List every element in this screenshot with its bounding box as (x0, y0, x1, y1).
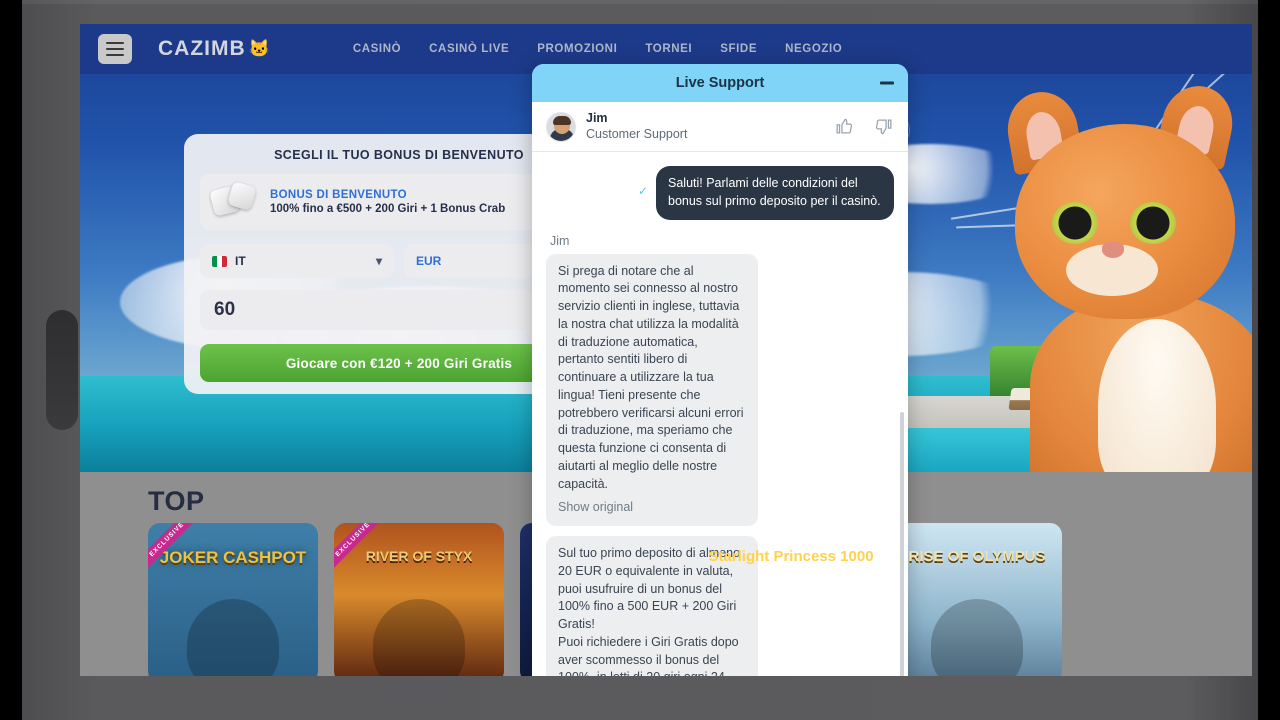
message-sender-label: Jim (550, 233, 570, 248)
language-value: IT (235, 254, 246, 268)
agent-meta: Jim Customer Support (586, 111, 687, 142)
game-tile[interactable]: RISE OF OLYMPUS (892, 523, 1062, 676)
game-tile[interactable]: EXCLUSIVE RIVER OF STYX (334, 523, 504, 676)
rating-controls (834, 117, 894, 136)
thumbs-up-icon[interactable] (834, 117, 853, 136)
nav-item-negozio[interactable]: NEGOZIO (785, 43, 842, 55)
dice-icon (209, 181, 258, 222)
message-row-outgoing: ✓ Saluti! Parlami delle condizioni del b… (546, 166, 894, 220)
thumbs-down-icon[interactable] (875, 117, 894, 136)
game-title: JOKER CASHPOT (159, 548, 307, 567)
game-artwork (931, 599, 1023, 676)
chat-title: Live Support (675, 75, 765, 91)
deposit-amount-value: 60 (214, 299, 236, 320)
chat-message-list[interactable]: ✓ Saluti! Parlami delle condizioni del b… (532, 152, 908, 676)
nav-item-casino[interactable]: CASINÒ (353, 43, 401, 55)
main-nav: CASINÒ CASINÒ LIVE PROMOZIONI TORNEI SFI… (353, 43, 843, 55)
language-select[interactable]: IT ▾ (200, 244, 394, 278)
game-title: Starlight Princess 1000 (708, 548, 874, 565)
tablet-bezel: CAZIMB 🐱 CASINÒ CASINÒ LIVE PROMOZIONI T… (22, 0, 1258, 720)
chevron-down-icon: ▾ (375, 254, 382, 268)
agent-role: Customer Support (586, 126, 688, 141)
game-tile[interactable]: EXCLUSIVE JOKER CASHPOT (148, 523, 318, 676)
sent-check-icon: ✓ (637, 184, 648, 198)
bonus-offer-name: BONUS DI BENVENUTO (270, 189, 407, 201)
show-original-link[interactable]: Show original (558, 499, 746, 517)
game-title: RISE OF OLYMPUS (908, 548, 1046, 565)
game-artwork (373, 599, 465, 676)
brand-text: CAZIMB (158, 37, 246, 60)
bonus-offer-desc: 100% fino a €500 + 200 Giri + 1 Bonus Cr… (270, 203, 506, 215)
message-text: Si prega di notare che al momento sei co… (558, 263, 744, 491)
italy-flag-icon (212, 255, 227, 267)
chat-header: Live Support (532, 64, 908, 102)
nav-item-tornei[interactable]: TORNEI (645, 43, 692, 55)
cat-logo-icon: 🐱 (248, 39, 271, 58)
nav-item-sfide[interactable]: SFIDE (720, 43, 757, 55)
message-bubble-incoming: Si prega di notare che al momento sei co… (546, 253, 758, 526)
hamburger-menu-icon[interactable] (98, 34, 132, 64)
power-button[interactable] (46, 310, 78, 430)
nav-item-promozioni[interactable]: PROMOZIONI (537, 43, 617, 55)
game-artwork (187, 599, 279, 676)
minimize-icon[interactable] (880, 81, 894, 85)
screenshot-root: CAZIMB 🐱 CASINÒ CASINÒ LIVE PROMOZIONI T… (0, 0, 1280, 720)
tablet-screen: CAZIMB 🐱 CASINÒ CASINÒ LIVE PROMOZIONI T… (80, 24, 1252, 676)
game-title: RIVER OF STYX (365, 548, 473, 564)
live-support-widget: Live Support Jim Customer Support ✓ Salu… (532, 64, 908, 676)
nav-item-casino-live[interactable]: CASINÒ LIVE (429, 43, 509, 55)
agent-avatar (546, 111, 576, 142)
site-logo[interactable]: CAZIMB 🐱 (158, 37, 271, 61)
orange-cat-mascot-icon (950, 38, 1252, 472)
chat-scrollbar[interactable] (900, 412, 904, 676)
message-bubble-outgoing: Saluti! Parlami delle condizioni del bon… (656, 166, 894, 220)
currency-value: EUR (416, 254, 442, 268)
agent-name: Jim (586, 110, 608, 125)
agent-bar: Jim Customer Support (532, 102, 908, 152)
